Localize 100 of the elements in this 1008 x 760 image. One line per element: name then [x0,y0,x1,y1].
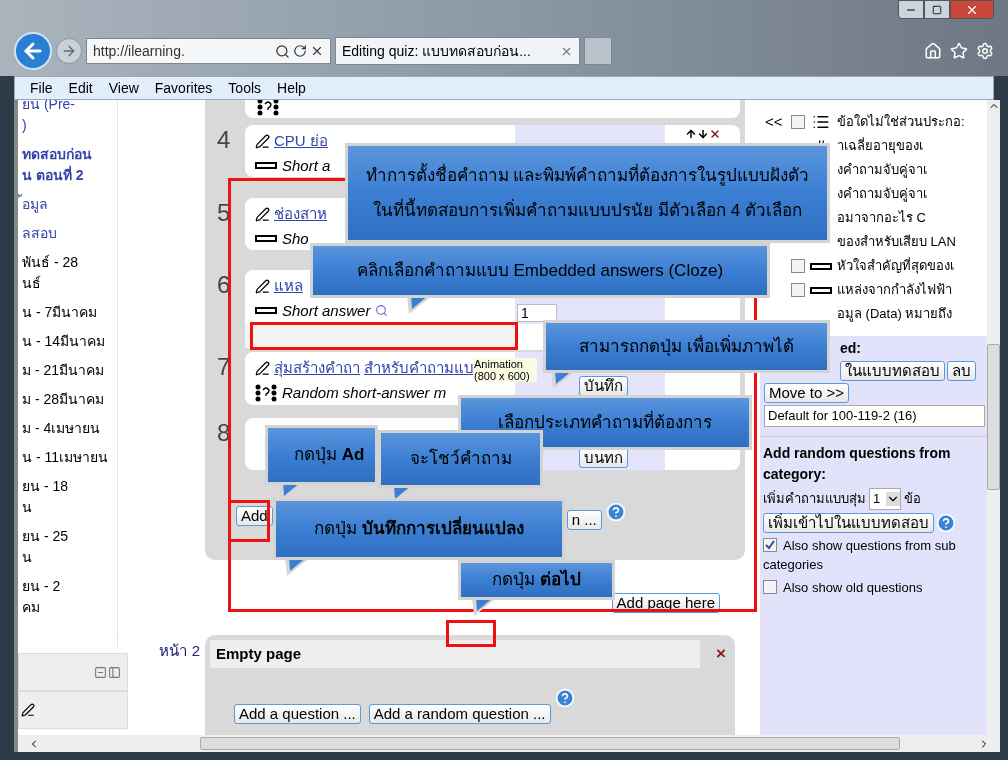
edit-icon[interactable] [255,278,270,294]
add-to-quiz-button[interactable]: << [765,110,783,134]
vertical-scrollbar[interactable] [987,100,1000,735]
question-number: 4 [216,125,232,155]
highlight-frame [446,620,496,647]
add-question-button[interactable]: Add a question ... [234,704,361,724]
question-name: งคำถามจับคู่จาเ [837,161,927,180]
checkbox[interactable] [791,115,805,129]
callout: คลิกเลือกคำถามแบบ Embedded answers (Cloze) [310,243,770,298]
checkbox[interactable] [763,580,777,595]
back-button[interactable] [14,32,52,70]
sidebar-link[interactable]: ลสอบ [22,223,117,244]
tooltip: Animation (800 x 600) [473,358,537,382]
question-name: าเฉลี่ยอายุของเ [837,136,923,156]
grade-field[interactable]: 1 [517,304,557,322]
add-random-button[interactable]: n ... [566,510,602,530]
add-selected-button[interactable]: ในแบบทดสอบ [840,361,945,381]
edit-icon[interactable] [255,360,270,376]
help-icon[interactable] [605,502,626,522]
help-icon[interactable] [936,512,956,533]
option-label: Also show questions from sub [783,536,956,555]
week-label: ยน - 25 [22,527,69,546]
week-label: ม - 4เมษายน [22,419,102,438]
week-label: ม - 21มีนาคม [22,361,105,380]
week-label: น [22,548,33,567]
text-field-icon [255,235,277,243]
horizontal-scrollbar[interactable] [14,735,1000,752]
move-down-icon[interactable] [696,128,709,140]
option-label: Also show old questions [783,578,923,597]
question-title-link[interactable]: สุ่มสร้างคำถา [274,357,360,380]
menu-item[interactable]: File [30,77,53,99]
add-random-button[interactable]: Add a random question ... [368,704,551,724]
week-label: นธ์ [22,274,42,293]
checkbox[interactable] [791,283,805,297]
sidebar-link[interactable]: ) [22,115,117,136]
browser-tab[interactable]: Editing quiz: แบบทดสอบก่อน... [335,37,580,65]
menu-item[interactable]: Favorites [154,77,213,99]
move-up-icon[interactable] [684,128,697,140]
callout: กดปุ่ม บันทึกการเปลี่ยนแปลง [273,498,565,560]
week-label: น - 11เมษายน [22,448,109,467]
dock-icon[interactable] [108,665,121,679]
move-to-button[interactable]: Move to >> [764,383,850,403]
random-count-label: เพิ่มคำถามแบบสุ่ม [763,489,866,509]
section-heading: Add random questions from category: [763,444,952,484]
random-question-icon [255,383,277,402]
text-field-icon [255,162,277,170]
delete-page-button[interactable]: × [716,641,726,667]
text-field-icon [255,307,277,315]
preview-icon[interactable] [375,304,389,318]
option-label: categories [763,556,824,574]
count-select[interactable]: 1 [869,488,902,510]
help-icon[interactable] [554,688,575,708]
menu-item[interactable]: View [108,77,139,99]
collapse-icon[interactable] [94,665,107,679]
callout: กดปุ่ม ต่อไป [458,560,615,600]
refresh-icon[interactable] [293,44,307,58]
edit-icon[interactable] [255,206,270,222]
scroll-thumb[interactable] [987,344,1000,490]
menu-item[interactable]: Edit [68,77,93,99]
question-title-link[interactable]: แหล [274,275,303,298]
address-bar[interactable]: http://ilearning. [86,38,331,64]
save-button[interactable]: บันทึก [579,376,628,396]
week-label: ม - 28มีนาคม [22,390,105,409]
menu-item[interactable]: Help [277,77,306,99]
sidebar-link[interactable]: น ตอนที่ 2 [22,165,117,186]
week-label: น [22,498,33,517]
favorites-icon[interactable] [950,42,968,60]
category-select[interactable]: Default for 100-119-2 (16) [764,405,985,427]
question-name: หัวใจสำคัญที่สุดของเ [837,256,954,276]
add-random-to-quiz-button[interactable]: เพิ่มเข้าไปในแบบทดสอบ [763,512,934,533]
menu-item[interactable]: Tools [228,77,262,99]
page-title: Empty page [216,643,302,664]
arrow-right-icon [61,43,77,59]
search-icon[interactable] [275,43,290,59]
week-label: ยน - 2 [22,577,62,596]
question-name: แหล่งจากกำลังไฟฟ้า [837,281,952,300]
delete-icon[interactable] [708,128,721,140]
sidebar-link[interactable]: ทดสอบก่อน [22,144,117,165]
close-button[interactable] [950,0,994,19]
question-title-link[interactable]: สำหรับคำถามแบ [364,357,474,380]
question-title-link[interactable]: ช่องสาห [274,203,327,226]
edit-icon[interactable] [255,133,270,149]
home-icon[interactable] [924,42,942,60]
delete-button[interactable]: ลบ [947,361,976,381]
checkbox[interactable] [791,259,805,273]
question-title-link[interactable]: CPU ย่อ [274,130,328,153]
forward-button[interactable] [56,38,82,64]
settings-icon[interactable] [976,42,994,60]
random-question-icon [257,100,279,116]
save-button[interactable]: บนทก [579,448,628,468]
stop-icon[interactable] [310,44,324,58]
edit-icon[interactable] [21,703,35,717]
callout: จะโชว์คำถาม [378,430,543,488]
checkbox[interactable] [763,538,777,553]
maximize-button[interactable] [924,0,950,19]
question-type: Short a [282,155,331,176]
callout: กดปุ่ม Ad [265,425,378,485]
add-question-button[interactable]: Add [236,506,273,526]
minimize-button[interactable] [898,0,924,19]
week-label: น - 14มีนาคม [22,332,106,351]
